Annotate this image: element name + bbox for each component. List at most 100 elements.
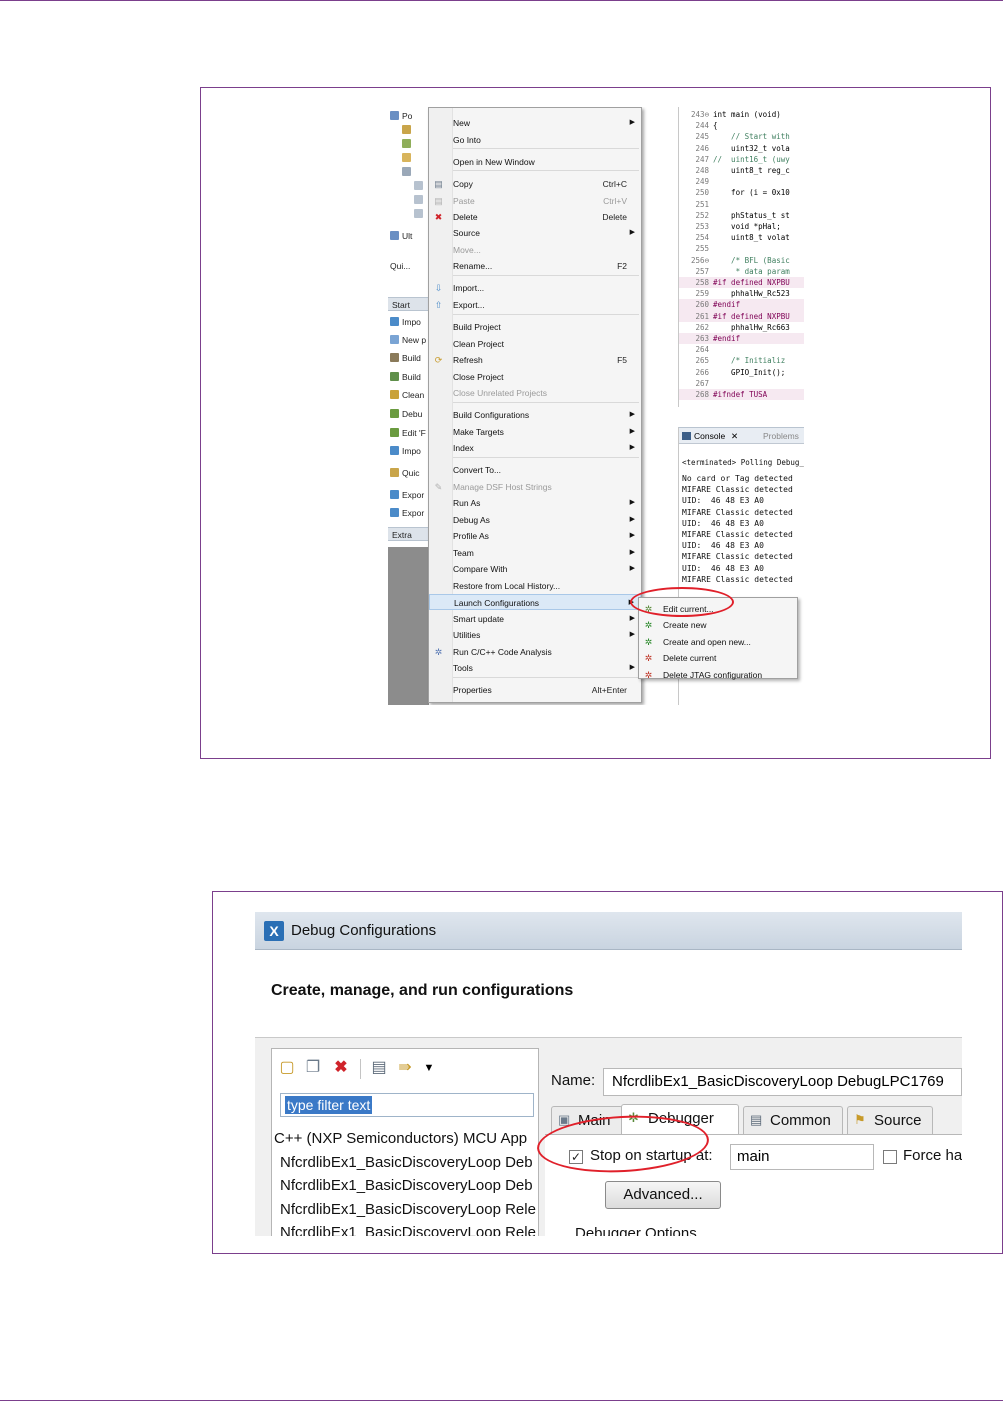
menu-item-clean-project[interactable]: Clean Project <box>429 336 641 352</box>
menu-item-smart-update[interactable]: Smart update ▶ <box>429 611 641 627</box>
code-text: uint8_t volat <box>713 233 790 243</box>
code-line: 249 <box>679 176 804 187</box>
quickstart-item[interactable]: Quic <box>390 466 430 480</box>
quickstart-item[interactable]: Edit 'F <box>390 426 430 440</box>
submenu-item-delete-current[interactable]: ✲ Delete current <box>639 650 797 666</box>
tree-item-project-2[interactable]: Ult <box>390 229 430 243</box>
extras-tab-band[interactable]: Extra <box>388 527 429 541</box>
menu-item-make-targets[interactable]: Make Targets ▶ <box>429 424 641 440</box>
dropdown-icon[interactable]: ▼ <box>418 1057 440 1079</box>
launch-config-icon: ✲ <box>644 620 653 631</box>
menu-item-convert-to[interactable]: Convert To... <box>429 462 641 478</box>
menu-separator <box>453 148 639 149</box>
submenu-arrow-icon: ▶ <box>629 444 635 451</box>
menu-item-import[interactable]: ⇩ Import... <box>429 280 641 296</box>
config-item[interactable]: NfcrdlibEx1_BasicDiscoveryLoop Rele <box>280 1198 538 1222</box>
menu-item-label: Smart update <box>453 614 505 624</box>
menu-item-compare-with[interactable]: Compare With ▶ <box>429 561 641 577</box>
console-line: UID: 46 48 E3 A0 <box>682 518 764 528</box>
menu-item-index[interactable]: Index ▶ <box>429 440 641 456</box>
quickstart-item[interactable]: Build <box>390 351 430 365</box>
quickstart-item[interactable]: Build <box>390 370 430 384</box>
code-text: phhalHw_Rc523 <box>713 289 790 299</box>
export-icon <box>390 508 399 517</box>
bottom-rule <box>0 1400 1003 1401</box>
config-item[interactable]: NfcrdlibEx1_BasicDiscoveryLoop Deb <box>280 1151 538 1175</box>
menu-item-label: Profile As <box>453 531 489 541</box>
menu-item-utilities[interactable]: Utilities ▶ <box>429 627 641 643</box>
quickstart-item[interactable]: New p <box>390 333 430 347</box>
menu-item-label: Refresh <box>453 355 483 365</box>
menu-item-restore-from-local-history[interactable]: Restore from Local History... <box>429 578 641 594</box>
config-item[interactable]: NfcrdlibEx1_BasicDiscoveryLoop Rele <box>280 1221 538 1236</box>
menu-item-close-project[interactable]: Close Project <box>429 369 641 385</box>
duplicate-icon[interactable]: ❐ <box>302 1057 324 1079</box>
advanced-button[interactable]: Advanced... <box>605 1181 721 1209</box>
name-field[interactable]: NfcrdlibEx1_BasicDiscoveryLoop DebugLPC1… <box>603 1068 962 1096</box>
menu-item-label: Debug As <box>453 515 490 525</box>
quickstart-item[interactable]: Clean <box>390 388 430 402</box>
figure-1-frame: Po Ult Qui... Start Impo New p Build Bui… <box>200 87 991 759</box>
menu-item-source[interactable]: Source ▶ <box>429 225 641 241</box>
menu-item-export[interactable]: ⇧ Export... <box>429 297 641 313</box>
menu-item-build-project[interactable]: Build Project <box>429 319 641 335</box>
submenu-arrow-icon: ▶ <box>629 549 635 556</box>
figure-2-frame: X Debug Configurations Create, manage, a… <box>212 891 1003 1254</box>
menu-item-go-into[interactable]: Go Into <box>429 132 641 148</box>
submenu-item-create-new[interactable]: ✲ Create new <box>639 617 797 633</box>
start-tab-band[interactable]: Start <box>388 297 429 311</box>
code-line: 265 /* Initializ <box>679 355 804 366</box>
quickstart-item[interactable]: Expor <box>390 488 430 502</box>
close-icon[interactable]: ✕ <box>731 428 738 444</box>
menu-item-rename[interactable]: Rename... F2 <box>429 258 641 274</box>
menu-item-profile-as[interactable]: Profile As ▶ <box>429 528 641 544</box>
force-hard-reset-checkbox[interactable] <box>883 1150 897 1164</box>
quickstart-item[interactable]: Impo <box>390 444 430 458</box>
menu-item-delete[interactable]: ✖ Delete Delete <box>429 209 641 225</box>
menu-item-launch-configurations[interactable]: Launch Configurations ▶ <box>429 594 641 610</box>
collapse-all-icon[interactable]: ▤ <box>368 1057 390 1079</box>
quick-access-tab[interactable]: Qui... <box>390 259 430 273</box>
menu-item-copy[interactable]: ▤ Copy Ctrl+C <box>429 176 641 192</box>
submenu-item-delete-jtag-configuration[interactable]: ✲ Delete JTAG configuration <box>639 667 797 683</box>
problems-tab[interactable]: Problems <box>763 428 799 444</box>
tab-common[interactable]: ▤ Common <box>743 1106 843 1134</box>
menu-item-refresh[interactable]: ⟳ Refresh F5 <box>429 352 641 368</box>
menu-item-open-in-new-window[interactable]: Open in New Window <box>429 154 641 170</box>
menu-item-new[interactable]: New ▶ <box>429 115 641 131</box>
menu-separator <box>453 170 639 171</box>
new-config-icon[interactable]: ▢ <box>276 1057 298 1079</box>
menu-item-run-as[interactable]: Run As ▶ <box>429 495 641 511</box>
line-number: 244 <box>695 121 709 131</box>
line-number: 258 <box>695 278 709 287</box>
menu-item-run-c-c-code-analysis[interactable]: ✲ Run C/C++ Code Analysis <box>429 644 641 660</box>
menu-item-debug-as[interactable]: Debug As ▶ <box>429 512 641 528</box>
code-editor[interactable]: 243⊖ int main (void) 244 {245 // Start with… <box>678 107 804 407</box>
config-item[interactable]: NfcrdlibEx1_BasicDiscoveryLoop Deb <box>280 1174 538 1198</box>
line-number: 267 <box>695 378 709 388</box>
file-icon <box>414 209 423 218</box>
config-category[interactable]: C++ (NXP Semiconductors) MCU App <box>274 1127 532 1151</box>
tab-source[interactable]: ⚑ Source <box>847 1106 933 1134</box>
menu-item-shortcut: Ctrl+C <box>602 179 627 189</box>
code-line: 263 #endif <box>679 333 804 345</box>
stop-symbol-input[interactable]: main <box>730 1144 874 1170</box>
quickstart-item[interactable]: Impo <box>390 315 430 329</box>
submenu-arrow-icon: ▶ <box>629 664 635 671</box>
console-tab[interactable]: Console <box>694 428 725 444</box>
filter-input[interactable]: type filter text <box>280 1093 534 1117</box>
quick-icon <box>390 468 399 477</box>
code-text: /* BFL (Basic <box>713 255 790 265</box>
code-text: #if defined NXPBU <box>713 311 790 321</box>
console-icon <box>682 432 691 440</box>
delete-icon[interactable]: ✖ <box>330 1057 352 1079</box>
menu-item-tools[interactable]: Tools ▶ <box>429 660 641 676</box>
quickstart-item[interactable]: Debu <box>390 407 430 421</box>
filter-icon[interactable]: ⇛ <box>394 1057 416 1079</box>
menu-item-properties[interactable]: Properties Alt+Enter <box>429 682 641 698</box>
submenu-item-create-and-open-new[interactable]: ✲ Create and open new... <box>639 634 797 650</box>
menu-item-build-configurations[interactable]: Build Configurations ▶ <box>429 407 641 423</box>
menu-item-team[interactable]: Team ▶ <box>429 545 641 561</box>
tree-item-project[interactable]: Po <box>390 109 430 123</box>
quickstart-item[interactable]: Expor <box>390 506 430 520</box>
